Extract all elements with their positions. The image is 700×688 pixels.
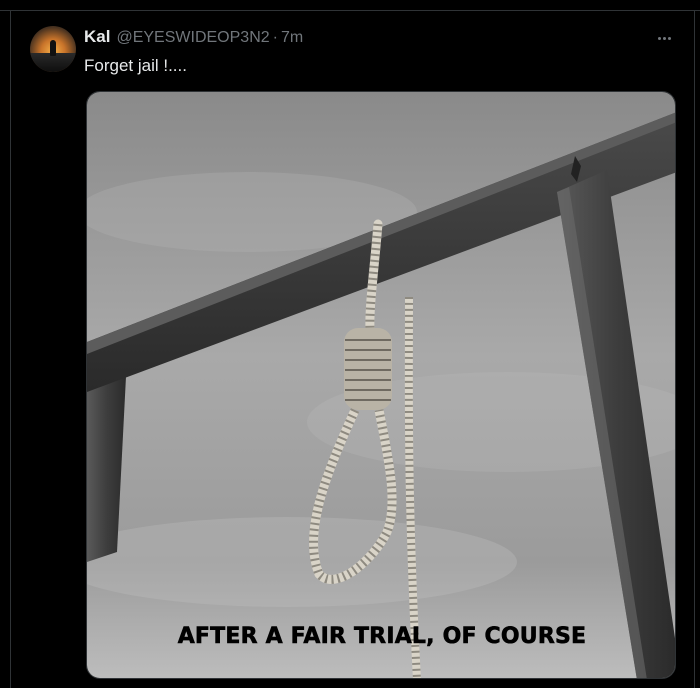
dot — [662, 36, 666, 40]
image-caption: AFTER A FAIR TRIAL, OF COURSE — [177, 624, 587, 650]
avatar[interactable] — [30, 26, 76, 72]
divider — [694, 10, 695, 688]
tweet-header: Kal @EYESWIDEOP3N2 · 7m — [84, 27, 303, 49]
tweet-text: Forget jail !.... — [84, 56, 187, 75]
tweet-image[interactable]: AFTER A FAIR TRIAL, OF COURSE — [86, 91, 676, 679]
divider — [0, 10, 700, 11]
timestamp[interactable]: 7m — [281, 29, 303, 47]
ellipsis-icon[interactable] — [652, 28, 676, 48]
dot — [667, 36, 671, 40]
author-handle[interactable]: @EYESWIDEOP3N2 — [116, 29, 269, 47]
tweet-card: Kal @EYESWIDEOP3N2 · 7m Forget jail !...… — [0, 0, 700, 688]
avatar-person-silhouette — [50, 40, 56, 56]
dot — [657, 36, 661, 40]
divider — [10, 10, 11, 688]
separator-dot: · — [272, 29, 278, 46]
gallows-noose-image — [87, 92, 675, 678]
author-name[interactable]: Kal — [84, 27, 110, 47]
